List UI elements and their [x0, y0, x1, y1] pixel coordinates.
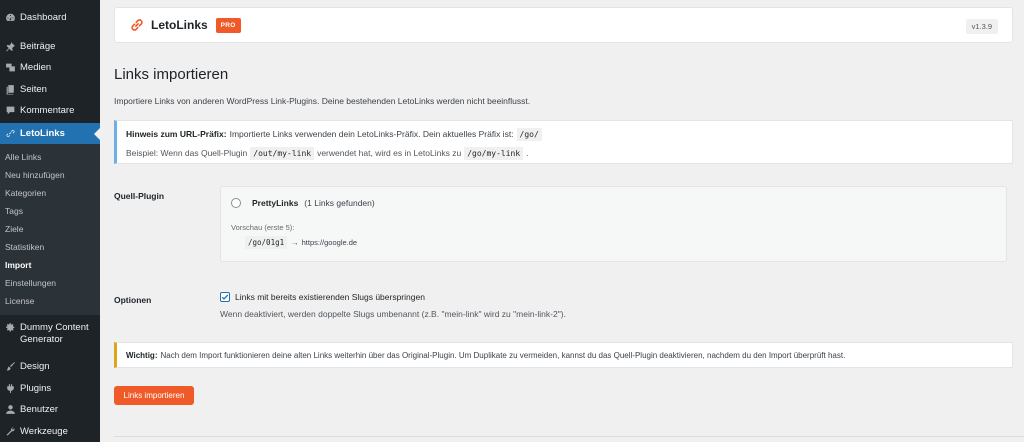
example-text-b: verwendet hat, wird es in LetoLinks zu — [317, 148, 462, 158]
checkmark-icon — [221, 294, 229, 300]
checkbox-label: Links mit bereits existierenden Slugs üb… — [235, 292, 425, 302]
menu-dashboard[interactable]: Dashboard — [0, 7, 100, 29]
version-badge: v1.3.9 — [965, 19, 998, 34]
pin-icon — [5, 41, 16, 52]
logo-text: LetoLinks — [151, 18, 208, 32]
menu-plugins[interactable]: Plugins — [0, 378, 100, 400]
source-plugin-box: PrettyLinks (1 Links gefunden) Vorschau … — [220, 186, 1007, 262]
menu-label: Kommentare — [20, 105, 75, 117]
user-icon — [5, 404, 16, 415]
options-section: Links mit bereits existierenden Slugs üb… — [220, 291, 566, 319]
menu-label: Plugins — [20, 382, 52, 394]
prettylinks-radio[interactable] — [231, 198, 241, 208]
submenu-alle-links[interactable]: Alle Links — [0, 148, 100, 166]
menu-beitraege[interactable]: Beiträge — [0, 36, 100, 58]
menu-letolinks[interactable]: LetoLinks — [0, 122, 100, 144]
arrow-icon: → — [291, 238, 299, 247]
wrench-icon — [5, 426, 16, 437]
options-label: Optionen — [114, 295, 152, 305]
menu-label: Werkzeuge — [20, 425, 68, 437]
menu-label: LetoLinks — [20, 127, 65, 139]
plugin-header: LetoLinks PRO v1.3.9 — [114, 7, 1013, 43]
menu-medien[interactable]: Medien — [0, 57, 100, 79]
important-notice: Wichtig: Nach dem Import funktionieren d… — [114, 342, 1013, 368]
preview-item: /go/01g1 → https://google.de — [245, 236, 996, 249]
preview-label: Vorschau (erste 5): — [231, 223, 295, 232]
submenu-tags[interactable]: Tags — [0, 202, 100, 220]
menu-benutzer[interactable]: Benutzer — [0, 399, 100, 421]
notice-heading: Hinweis zum URL-Präfix: — [126, 129, 227, 139]
plugin-link-count: (1 Links gefunden) — [304, 198, 375, 208]
url-prefix-notice: Hinweis zum URL-Präfix: Importierte Link… — [114, 120, 1013, 164]
options-help-text: Wenn deaktiviert, werden doppelte Slugs … — [220, 309, 566, 319]
menu-label: Design — [20, 361, 50, 373]
warning-heading: Wichtig: — [126, 350, 158, 360]
brush-icon — [5, 361, 16, 372]
submenu-einstellungen[interactable]: Einstellungen — [0, 274, 100, 292]
warning-text: Nach dem Import funktionieren deine alte… — [160, 350, 846, 360]
prefix-code: /go/ — [516, 127, 542, 141]
menu-label: Dashboard — [20, 12, 67, 24]
pro-badge: PRO — [215, 17, 241, 33]
menu-werkzeuge[interactable]: Werkzeuge — [0, 421, 100, 442]
example-text-c: . — [526, 148, 529, 158]
media-icon — [5, 62, 16, 73]
preview-slug: /go/01g1 — [245, 236, 288, 249]
dashboard-icon — [5, 12, 16, 23]
menu-dummy-content[interactable]: Dummy Content Generator — [0, 317, 100, 351]
submenu-neu-hinzufuegen[interactable]: Neu hinzufügen — [0, 166, 100, 184]
plugin-name: PrettyLinks — [252, 198, 299, 208]
notice-text: Importierte Links verwenden dein LetoLin… — [229, 129, 514, 139]
submenu-import[interactable]: Import — [0, 256, 100, 274]
gear-icon — [5, 322, 16, 333]
import-links-button[interactable]: Links importieren — [114, 386, 194, 405]
preview-url: https://google.de — [301, 238, 358, 247]
menu-kommentare[interactable]: Kommentare — [0, 100, 100, 122]
link-logo-icon — [129, 17, 145, 33]
menu-label: Dummy Content Generator — [20, 322, 89, 345]
main-content: LetoLinks PRO v1.3.9 Links importieren I… — [100, 0, 1024, 442]
example-code-source: /out/my-link — [250, 146, 315, 160]
menu-label: Medien — [20, 62, 52, 74]
plugin-icon — [5, 383, 16, 394]
submenu-statistiken[interactable]: Statistiken — [0, 238, 100, 256]
submenu-ziele[interactable]: Ziele — [0, 220, 100, 238]
pages-icon — [5, 84, 16, 95]
menu-label: Seiten — [20, 83, 47, 95]
menu-seiten[interactable]: Seiten — [0, 79, 100, 101]
page-description: Importiere Links von anderen WordPress L… — [114, 96, 531, 106]
source-plugin-option[interactable]: PrettyLinks (1 Links gefunden) — [231, 197, 996, 209]
example-code-target: /go/my-link — [464, 146, 524, 160]
skip-existing-option[interactable]: Links mit bereits existierenden Slugs üb… — [220, 291, 566, 303]
example-text-a: Beispiel: Wenn das Quell-Plugin — [126, 148, 248, 158]
letolinks-submenu: Alle Links Neu hinzufügen Kategorien Tag… — [0, 144, 100, 315]
comment-icon — [5, 105, 16, 116]
menu-label: Beiträge — [20, 40, 56, 52]
menu-label: Benutzer — [20, 404, 59, 416]
submenu-kategorien[interactable]: Kategorien — [0, 184, 100, 202]
source-plugin-label: Quell-Plugin — [114, 191, 165, 201]
link-icon — [5, 128, 16, 139]
skip-existing-checkbox[interactable] — [220, 292, 230, 302]
page-title: Links importieren — [114, 66, 229, 83]
submenu-license[interactable]: License — [0, 292, 100, 310]
menu-design[interactable]: Design — [0, 356, 100, 378]
footer-divider — [114, 436, 1024, 437]
admin-sidebar: Dashboard Beiträge Medien Seiten Komment… — [0, 0, 100, 442]
